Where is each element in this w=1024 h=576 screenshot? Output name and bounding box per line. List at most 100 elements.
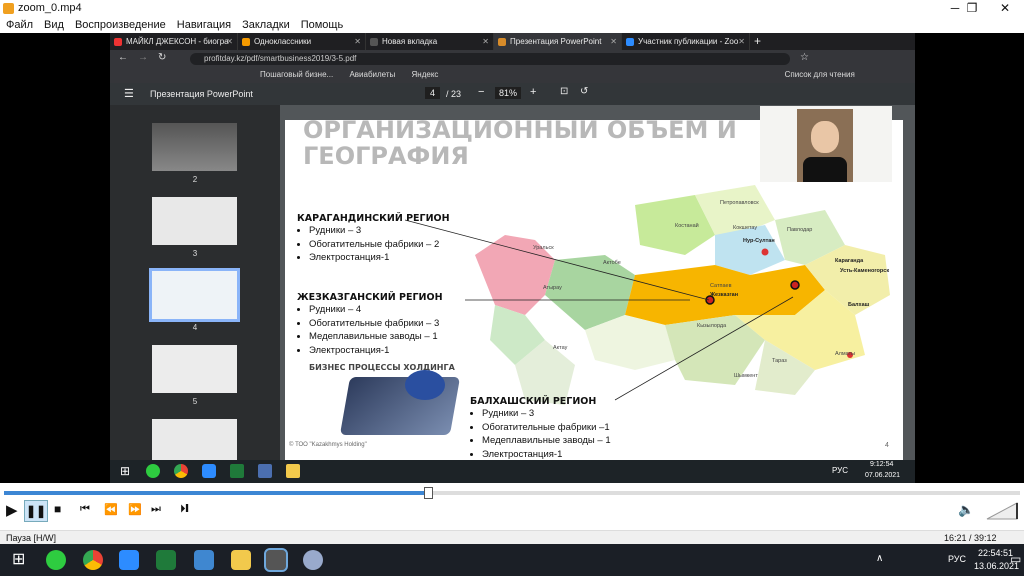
media-player-icon[interactable]: [264, 548, 288, 572]
bullet-item: Электростанция-1: [309, 344, 443, 358]
menu-bookmarks[interactable]: Закладки: [242, 17, 290, 33]
bullet-item: Рудники – 3: [309, 224, 450, 238]
forward-icon[interactable]: →: [138, 52, 148, 63]
seek-bar[interactable]: [4, 491, 1020, 495]
close-icon[interactable]: ✕: [226, 33, 233, 50]
browser-tab[interactable]: Одноклассники ✕: [238, 33, 366, 50]
rewind-button[interactable]: ⏪: [104, 503, 118, 516]
windows-icon[interactable]: ⊞: [120, 464, 130, 478]
youtube-icon: [114, 37, 122, 46]
seek-fill: [4, 491, 428, 495]
zoom-icon[interactable]: [202, 464, 216, 478]
language-indicator[interactable]: РУС: [832, 466, 848, 475]
zhezkazgan-block: ЖЕЗКАЗГАНСКИЙ РЕГИОН Рудники – 4 Обогати…: [297, 292, 443, 357]
app-icon[interactable]: [303, 550, 323, 570]
whatsapp-icon[interactable]: [46, 550, 66, 570]
thumbnail[interactable]: [152, 419, 237, 460]
copyright: © ТОО "Kazakhmys Holding": [289, 442, 367, 448]
menu-navigation[interactable]: Навигация: [177, 17, 231, 33]
zoom-in-button[interactable]: +: [530, 86, 536, 98]
bullet-item: Медеплавильные заводы – 1: [309, 330, 443, 344]
page-input[interactable]: 4: [425, 87, 441, 99]
close-icon[interactable]: ✕: [738, 33, 745, 50]
excel-icon[interactable]: [156, 550, 176, 570]
window-title: zoom_0.mp4: [18, 2, 82, 14]
bullet-item: Обогатительные фабрики –1: [482, 421, 611, 435]
next-button[interactable]: ⏭: [151, 503, 161, 516]
thumbnail-number: 2: [192, 175, 198, 184]
region-title: ЖЕЗКАЗГАНСКИЙ РЕГИОН: [297, 292, 443, 303]
fit-page-icon[interactable]: ⊡: [560, 86, 568, 97]
close-button[interactable]: ✕: [988, 0, 1022, 17]
bullet-item: Рудники – 3: [482, 407, 611, 421]
volume-icon[interactable]: 🔈: [958, 502, 974, 518]
menu-icon[interactable]: ☰: [124, 87, 134, 100]
clock-date: 07.06.2021: [865, 472, 901, 479]
browser-tab-strip: МАЙКЛ ДЖЕКСОН - биогра ✕ Одноклассники ✕ Н…: [110, 33, 915, 50]
windows-start-icon[interactable]: ⊞: [12, 549, 25, 569]
fast-forward-button[interactable]: ⏩: [128, 503, 142, 516]
pause-button[interactable]: ❚❚: [24, 500, 48, 522]
previous-button[interactable]: ⏮: [80, 503, 90, 516]
menu-playback[interactable]: Воспроизведение: [75, 17, 166, 33]
language-indicator[interactable]: РУС: [948, 554, 966, 564]
browser-tab[interactable]: Новая вкладка ✕: [366, 33, 494, 50]
thumbnail-number: 4: [192, 323, 198, 332]
browser-tab[interactable]: МАЙКЛ ДЖЕКСОН - биогра ✕: [110, 33, 238, 50]
seek-handle[interactable]: [423, 487, 433, 499]
rotate-icon[interactable]: ↺: [580, 86, 588, 97]
pdf-toolbar: ☰ Презентация PowerPoint 4 / 23 − 81% + …: [110, 83, 915, 105]
newtab-icon: [370, 37, 378, 46]
chrome-icon[interactable]: [174, 464, 188, 478]
chrome-icon[interactable]: [83, 550, 103, 570]
close-icon[interactable]: ✕: [610, 33, 617, 50]
tab-label: Презентация PowerPoint: [510, 37, 602, 46]
stop-button[interactable]: ■: [54, 502, 61, 516]
page-total: / 23: [446, 89, 462, 99]
tab-label: МАЙКЛ ДЖЕКСОН - биогра: [126, 37, 229, 46]
zoom-out-button[interactable]: −: [478, 86, 484, 98]
close-icon[interactable]: ✕: [354, 33, 361, 50]
photos-icon[interactable]: [194, 550, 214, 570]
tray-chevron-icon[interactable]: ∧: [876, 553, 883, 564]
star-icon[interactable]: ☆: [800, 52, 809, 63]
menu-bar: Файл Вид Воспроизведение Навигация Закла…: [0, 17, 1024, 33]
play-button[interactable]: ▶: [6, 501, 18, 519]
folder-icon[interactable]: [231, 550, 251, 570]
zoom-icon[interactable]: [119, 550, 139, 570]
address-bar[interactable]: profitday.kz/pdf/smartbusiness2019/3-5.p…: [190, 53, 790, 65]
menu-view[interactable]: Вид: [44, 17, 64, 33]
close-icon[interactable]: ✕: [482, 33, 489, 50]
back-icon[interactable]: ←: [118, 52, 128, 63]
excel-icon[interactable]: [230, 464, 244, 478]
browser-tab-active[interactable]: Презентация PowerPoint ✕: [494, 33, 622, 50]
thumbnail-selected[interactable]: [149, 268, 240, 322]
thumbnail[interactable]: [152, 123, 237, 171]
status-bar: Пауза [H/W] 16:21 / 39:12: [0, 530, 1024, 544]
reload-icon[interactable]: ↻: [158, 52, 166, 63]
menu-help[interactable]: Помощь: [301, 17, 344, 33]
folder-icon[interactable]: [286, 464, 300, 478]
menu-file[interactable]: Файл: [6, 17, 33, 33]
zoom-input[interactable]: 81%: [495, 87, 522, 99]
thumbnail[interactable]: [152, 345, 237, 393]
bookmark-item[interactable]: Яндекс: [412, 70, 439, 79]
volume-slider[interactable]: [985, 501, 1019, 521]
thumbnail-panel: 2 3 4 5: [110, 105, 280, 460]
frame-step-button[interactable]: ⏵❙: [180, 503, 189, 516]
bookmark-item[interactable]: Авиабилеты: [349, 70, 395, 79]
shirt-shape: [803, 157, 847, 182]
video-frame[interactable]: МАЙКЛ ДЖЕКСОН - биогра ✕ Одноклассники ✕ Н…: [0, 33, 1024, 483]
reading-list[interactable]: Список для чтения: [785, 70, 855, 79]
new-tab-button[interactable]: +: [750, 33, 780, 50]
notification-icon[interactable]: ▭: [1010, 552, 1021, 566]
bullet-item: Электростанция-1: [482, 448, 611, 461]
thumbnail[interactable]: [152, 197, 237, 245]
ok-icon: [242, 37, 250, 46]
browser-tab[interactable]: Участник публикации - Zoo ✕: [622, 33, 750, 50]
whatsapp-icon[interactable]: [146, 464, 160, 478]
playback-status: Пауза [H/W]: [6, 533, 57, 543]
maximize-button[interactable]: ❐: [955, 0, 989, 17]
bookmark-item[interactable]: Пошаговый бизне...: [260, 70, 333, 79]
paint-icon[interactable]: [258, 464, 272, 478]
